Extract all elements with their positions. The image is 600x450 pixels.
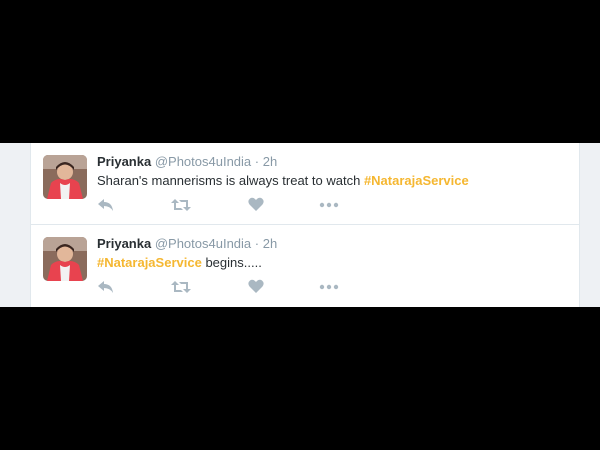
user-handle[interactable]: @Photos4uIndia bbox=[155, 236, 251, 251]
heart-icon[interactable] bbox=[248, 279, 268, 295]
tweet-feed: Priyanka @Photos4uIndia · 2h Sharan's ma… bbox=[30, 143, 580, 307]
avatar[interactable] bbox=[43, 155, 87, 199]
separator: · bbox=[254, 236, 260, 251]
timestamp[interactable]: 2h bbox=[263, 236, 277, 251]
tweet-text-after: begins..... bbox=[205, 255, 262, 270]
timeline-panel: Priyanka @Photos4uIndia · 2h Sharan's ma… bbox=[0, 143, 600, 307]
separator: · bbox=[254, 154, 260, 169]
tweet[interactable]: Priyanka @Photos4uIndia · 2h Sharan's ma… bbox=[31, 143, 579, 225]
more-icon[interactable] bbox=[319, 279, 339, 295]
hashtag-link[interactable]: #NatarajaService bbox=[97, 255, 202, 270]
more-icon[interactable] bbox=[319, 197, 339, 213]
retweet-icon[interactable] bbox=[171, 197, 191, 213]
tweet-text: #NatarajaService begins..... bbox=[97, 254, 262, 271]
hashtag-link[interactable]: #NatarajaService bbox=[364, 173, 469, 188]
tweet-header: Priyanka @Photos4uIndia · 2h bbox=[97, 236, 277, 252]
user-name[interactable]: Priyanka bbox=[97, 236, 151, 251]
avatar[interactable] bbox=[43, 237, 87, 281]
retweet-icon[interactable] bbox=[171, 279, 191, 295]
reply-icon[interactable] bbox=[97, 279, 117, 295]
user-name[interactable]: Priyanka bbox=[97, 154, 151, 169]
user-handle[interactable]: @Photos4uIndia bbox=[155, 154, 251, 169]
timestamp[interactable]: 2h bbox=[263, 154, 277, 169]
screenshot-stage: Priyanka @Photos4uIndia · 2h Sharan's ma… bbox=[0, 0, 600, 450]
tweet[interactable]: Priyanka @Photos4uIndia · 2h #NatarajaSe… bbox=[31, 225, 579, 306]
tweet-text: Sharan's mannerisms is always treat to w… bbox=[97, 172, 469, 189]
tweet-actions bbox=[97, 195, 357, 215]
tweet-actions bbox=[97, 277, 357, 297]
tweet-header: Priyanka @Photos4uIndia · 2h bbox=[97, 154, 277, 170]
heart-icon[interactable] bbox=[248, 197, 268, 213]
reply-icon[interactable] bbox=[97, 197, 117, 213]
tweet-text-main: Sharan's mannerisms is always treat to w… bbox=[97, 173, 361, 188]
